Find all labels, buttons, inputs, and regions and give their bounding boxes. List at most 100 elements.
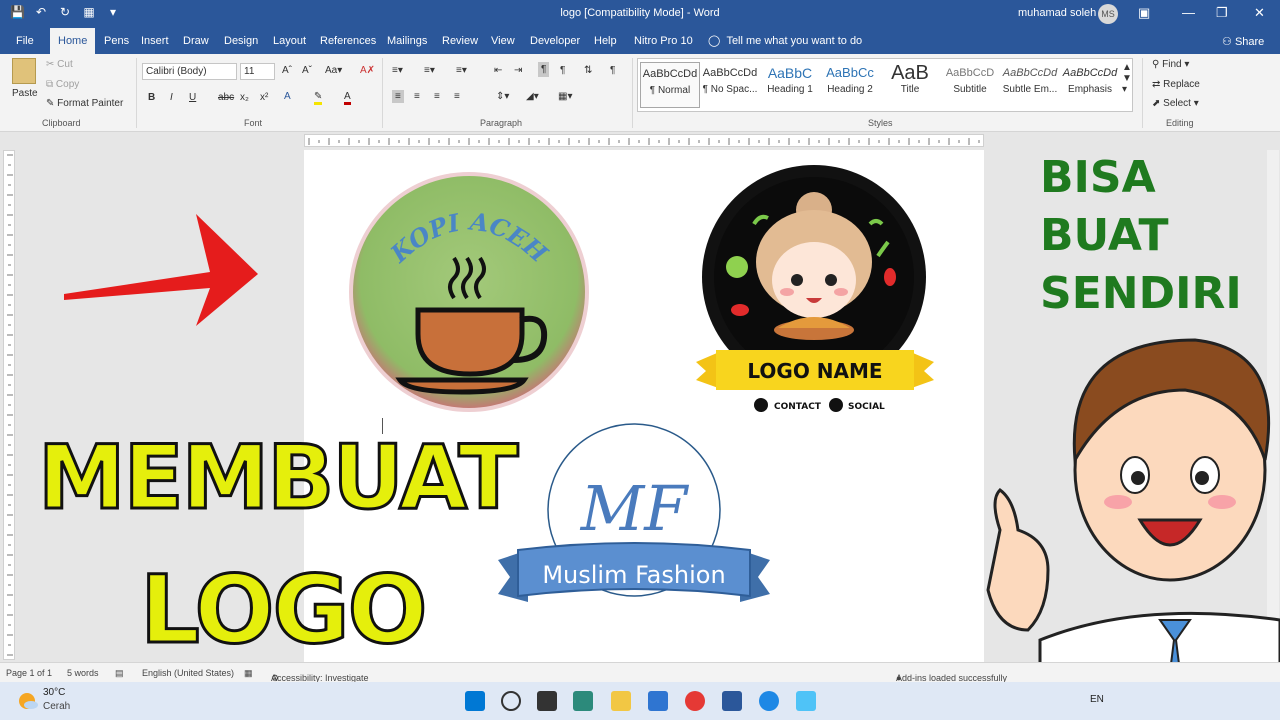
store-icon[interactable] <box>648 691 668 711</box>
rtl-text-direction-icon[interactable]: ¶ <box>560 65 565 76</box>
style-normal[interactable]: AaBbCcDd ¶ Normal <box>640 62 700 108</box>
logo-coffee[interactable]: KOPI ACEH <box>344 170 594 420</box>
text-effects-icon[interactable]: A <box>284 91 291 102</box>
tab-pens[interactable]: Pens <box>104 35 129 47</box>
language-status[interactable]: English (United States) <box>142 668 234 678</box>
task-view-icon[interactable] <box>537 691 557 711</box>
gallery-scroll-icon[interactable]: ▲ ▼ ▾ <box>1122 62 1132 95</box>
borders-icon[interactable]: ▦▾ <box>558 91 572 102</box>
copy-button[interactable]: ⧉ Copy <box>46 79 79 90</box>
paste-button[interactable]: Paste <box>12 88 38 99</box>
tab-home[interactable]: Home <box>50 28 96 54</box>
social-text: SOCIAL <box>848 402 885 412</box>
bold-icon[interactable]: B <box>148 92 155 103</box>
page-count[interactable]: Page 1 of 1 <box>6 668 52 678</box>
ribbon-display-options-icon[interactable]: ▣ <box>1138 5 1150 21</box>
macro-icon[interactable]: ▦ <box>244 668 253 679</box>
tab-file[interactable]: File <box>16 35 34 47</box>
font-name-dropdown[interactable]: Calibri (Body) <box>142 63 237 80</box>
tab-help[interactable]: Help <box>594 35 617 47</box>
tab-layout[interactable]: Layout <box>273 35 306 47</box>
avatar[interactable]: MS <box>1098 4 1118 24</box>
increase-indent-icon[interactable]: ⇥ <box>514 65 522 76</box>
word-icon[interactable] <box>722 691 742 711</box>
tab-review[interactable]: Review <box>442 35 478 47</box>
replace-button[interactable]: ⇄ Replace <box>1152 79 1200 90</box>
logo-muslim-fashion[interactable]: MF Muslim Fashion <box>496 422 772 608</box>
italic-icon[interactable]: I <box>170 92 173 103</box>
grow-font-icon[interactable]: Aˆ <box>282 65 292 76</box>
decrease-indent-icon[interactable]: ⇤ <box>494 65 502 76</box>
logo-name-text: LOGO NAME <box>747 359 882 383</box>
windows-start-icon[interactable] <box>465 691 485 711</box>
logo-girl[interactable]: LOGO NAME CONTACT SOCIAL <box>692 162 938 420</box>
app-icon-2[interactable] <box>796 691 816 711</box>
user-name[interactable]: muhamad soleh <box>1018 7 1096 19</box>
bullets-icon[interactable]: ≡▾ <box>392 65 403 76</box>
weather-desc[interactable]: Cerah <box>43 701 70 712</box>
superscript-icon[interactable]: x² <box>260 92 268 103</box>
share-button[interactable]: ⚇ Share <box>1222 35 1264 48</box>
minimize-icon[interactable]: — <box>1182 5 1195 20</box>
style-subtle-emphasis[interactable]: AaBbCcDd Subtle Em... <box>1000 62 1060 108</box>
tab-view[interactable]: View <box>491 35 515 47</box>
style-heading-1[interactable]: AaBbC Heading 1 <box>760 62 820 108</box>
show-formatting-marks-icon[interactable]: ¶ <box>610 65 615 76</box>
style-emphasis[interactable]: AaBbCcDd Emphasis <box>1060 62 1120 108</box>
sort-icon[interactable]: ⇅ <box>584 65 592 76</box>
format-painter-button[interactable]: ✎ Format Painter <box>46 98 123 109</box>
tab-insert[interactable]: Insert <box>141 35 169 47</box>
align-center-icon[interactable]: ≡ <box>414 91 420 102</box>
tab-nitro-pro[interactable]: Nitro Pro 10 <box>634 35 693 47</box>
style-no-spacing[interactable]: AaBbCcDd ¶ No Spac... <box>700 62 760 108</box>
edge-icon[interactable] <box>759 691 779 711</box>
search-icon[interactable] <box>501 691 521 711</box>
tell-me-search[interactable]: ◯ Tell me what you want to do <box>708 34 862 47</box>
cut-button[interactable]: ✂ Cut <box>46 59 73 70</box>
subscript-icon[interactable]: x₂ <box>240 92 249 103</box>
strikethrough-icon[interactable]: abc <box>218 92 234 103</box>
multilevel-list-icon[interactable]: ≡▾ <box>456 65 467 76</box>
restore-icon[interactable]: ❐ <box>1216 5 1228 21</box>
chrome-icon[interactable] <box>685 691 705 711</box>
align-right-icon[interactable]: ≡ <box>434 91 440 102</box>
paste-icon[interactable] <box>12 58 36 84</box>
tab-draw[interactable]: Draw <box>183 35 209 47</box>
format-painter-label: Format Painter <box>57 98 124 109</box>
style-heading-2[interactable]: AaBbCc Heading 2 <box>820 62 880 108</box>
style-preview: AaB <box>891 62 929 84</box>
close-icon[interactable]: ✕ <box>1254 5 1265 21</box>
font-size-dropdown[interactable]: 11 <box>240 63 275 80</box>
numbering-icon[interactable]: ≡▾ <box>424 65 435 76</box>
weather-icon[interactable] <box>16 690 38 712</box>
file-explorer-icon[interactable] <box>611 691 631 711</box>
tab-design[interactable]: Design <box>224 35 258 47</box>
app-icon[interactable] <box>573 691 593 711</box>
ltr-text-direction-icon[interactable]: ¶ <box>538 62 550 77</box>
tab-developer[interactable]: Developer <box>530 35 580 47</box>
clear-formatting-icon[interactable]: A✗ <box>360 65 375 76</box>
underline-icon[interactable]: U <box>189 92 196 103</box>
highlight-icon[interactable]: ✎ <box>314 91 323 105</box>
language-indicator[interactable]: EN <box>1090 694 1104 705</box>
find-button[interactable]: ⚲ Find ▾ <box>1152 59 1189 70</box>
style-title[interactable]: AaB Title <box>880 62 940 108</box>
shrink-font-icon[interactable]: Aˇ <box>302 65 312 76</box>
select-button[interactable]: ⬈ Select ▾ <box>1152 98 1199 109</box>
change-case-icon[interactable]: Aa▾ <box>325 65 342 76</box>
tab-references[interactable]: References <box>320 35 376 47</box>
align-left-icon[interactable]: ≡ <box>392 90 404 103</box>
style-subtitle[interactable]: AaBbCcD Subtitle <box>940 62 1000 108</box>
font-color-icon[interactable]: A <box>344 91 351 105</box>
horizontal-ruler[interactable] <box>304 134 984 147</box>
shading-icon[interactable]: ◢▾ <box>526 91 539 102</box>
line-spacing-icon[interactable]: ⇕▾ <box>496 91 509 102</box>
justify-icon[interactable]: ≡ <box>454 91 460 102</box>
group-label-font: Font <box>244 118 263 128</box>
weather-temp[interactable]: 30°C <box>43 687 65 698</box>
vertical-ruler[interactable] <box>3 150 15 660</box>
tab-mailings[interactable]: Mailings <box>387 35 427 47</box>
word-count[interactable]: 5 words <box>67 668 99 678</box>
proofing-icon[interactable]: ▤ <box>115 668 124 679</box>
brush-icon: ✎ <box>46 98 55 109</box>
